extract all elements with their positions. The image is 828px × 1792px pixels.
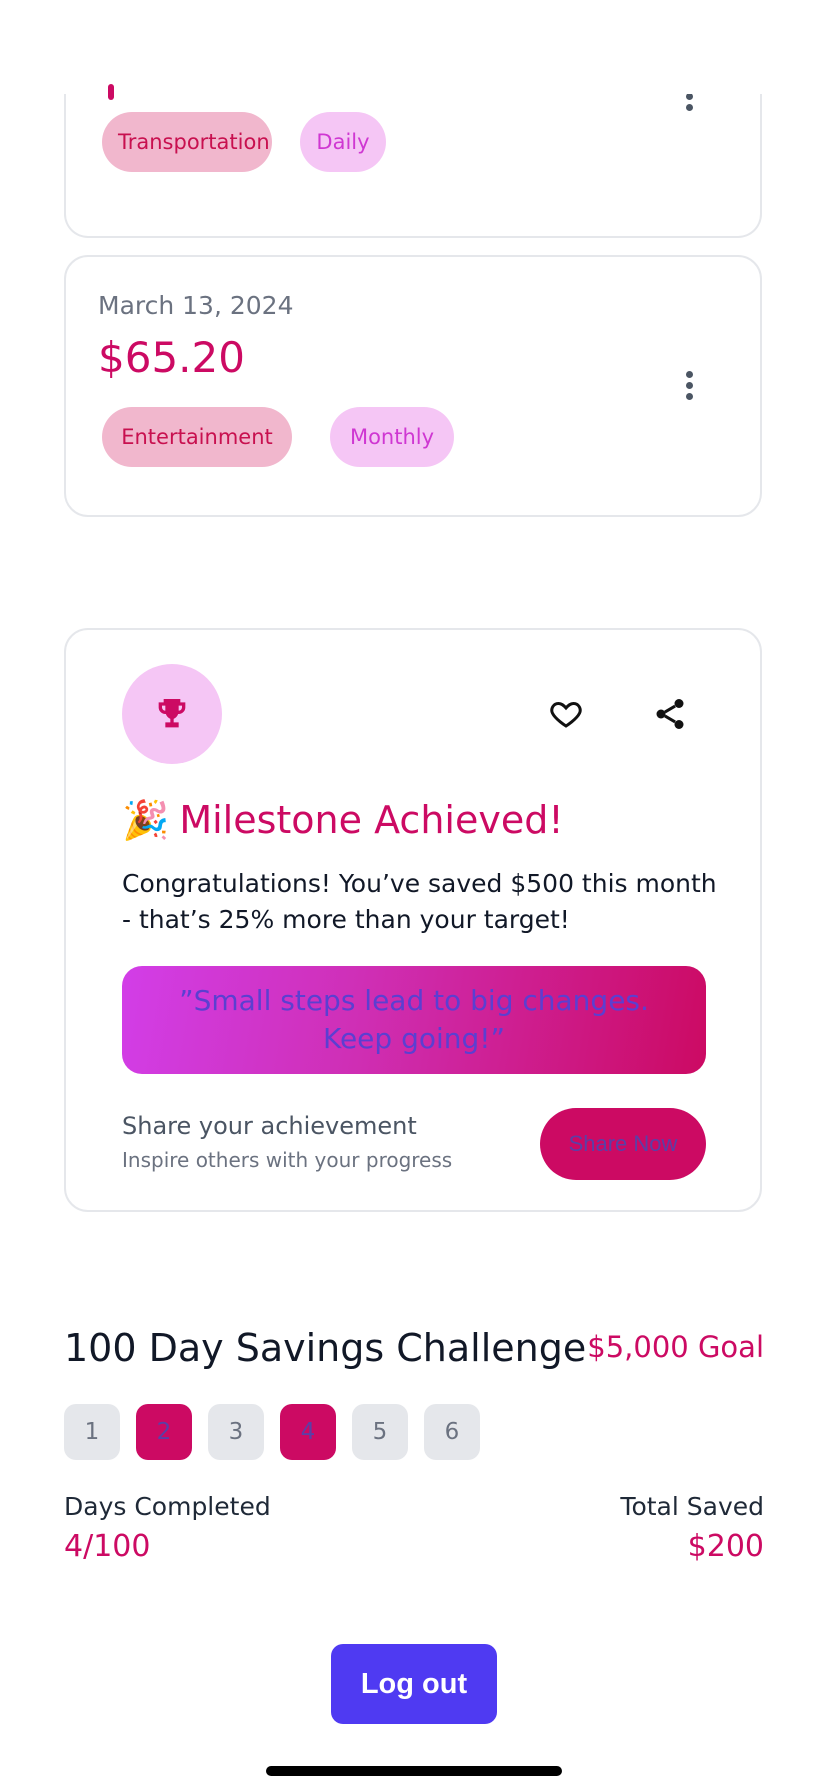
days-completed-label: Days Completed — [64, 1492, 271, 1521]
challenge-day-5[interactable]: 5 — [352, 1404, 408, 1460]
challenge-day-6[interactable]: 6 — [424, 1404, 480, 1460]
share-now-button[interactable]: Share Now — [540, 1108, 706, 1180]
challenge-day-2[interactable]: 2 — [136, 1404, 192, 1460]
total-saved-label: Total Saved — [620, 1492, 764, 1521]
category-tag[interactable]: Transportation — [102, 112, 272, 172]
expense-amount: $65.20 — [98, 333, 245, 382]
challenge-day-1[interactable]: 1 — [64, 1404, 120, 1460]
challenge-goal: $5,000 Goal — [587, 1330, 764, 1364]
motivational-quote: ”Small steps lead to big changes. Keep g… — [122, 966, 706, 1074]
milestone-message: Congratulations! You’ve saved $500 this … — [122, 869, 717, 934]
expense-card[interactable]: March 13, 2024 $65.20 Entertainment Mont… — [64, 255, 762, 517]
trophy-icon — [158, 699, 186, 728]
share-icon[interactable] — [646, 690, 694, 738]
days-completed-stat: Days Completed 4/100 — [64, 1492, 271, 1564]
more-options-icon[interactable] — [686, 371, 694, 404]
total-saved-value: $200 — [687, 1529, 764, 1564]
challenge-days: 123456 — [64, 1404, 480, 1460]
category-tag[interactable]: Entertainment — [102, 407, 292, 467]
challenge-day-4[interactable]: 4 — [280, 1404, 336, 1460]
days-completed-value: 4/100 — [64, 1529, 151, 1564]
share-title: Share your achievement — [122, 1112, 417, 1140]
frequency-tag[interactable]: Monthly — [330, 407, 454, 467]
trophy-badge — [122, 664, 222, 764]
party-popper-icon: 🎉 — [122, 798, 170, 842]
milestone-title: 🎉 Milestone Achieved! — [122, 798, 564, 843]
top-bar-area — [0, 0, 828, 94]
milestone-card: 🎉 Milestone Achieved! Congratulations! Yo… — [64, 628, 762, 1212]
home-indicator — [266, 1766, 562, 1776]
challenge-day-3[interactable]: 3 — [208, 1404, 264, 1460]
truncated-amount — [108, 84, 114, 100]
heart-icon[interactable] — [542, 690, 590, 738]
frequency-tag[interactable]: Daily — [300, 112, 386, 172]
milestone-title-text: Milestone Achieved! — [179, 798, 564, 842]
expense-date: March 13, 2024 — [98, 291, 294, 320]
share-subtitle: Inspire others with your progress — [122, 1148, 453, 1172]
challenge-title: 100 Day Savings Challenge — [64, 1326, 587, 1370]
logout-button[interactable]: Log out — [331, 1644, 497, 1724]
total-saved-stat: Total Saved $200 — [620, 1492, 764, 1564]
